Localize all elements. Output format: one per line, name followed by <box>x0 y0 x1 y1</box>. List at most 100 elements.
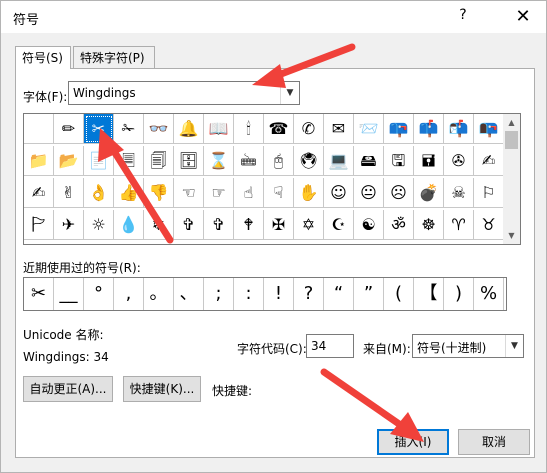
recent-symbols-label: 近期使用过的符号(R): <box>23 261 141 275</box>
symbol-cell[interactable]: 💻 <box>324 146 354 176</box>
symbol-cell[interactable]: 🖲 <box>294 146 324 176</box>
symbol-cell[interactable]: ✡ <box>294 210 324 240</box>
symbol-cell[interactable]: ✈ <box>54 210 84 240</box>
recent-symbol-cell[interactable]: ” <box>354 278 384 310</box>
chevron-down-icon[interactable]: ▼ <box>505 335 523 357</box>
symbol-cell[interactable]: 😐 <box>354 178 384 208</box>
symbol-cell[interactable]: 👎 <box>144 178 174 208</box>
symbol-cell[interactable]: 📫 <box>414 114 444 144</box>
symbol-cell[interactable]: ✍ <box>24 178 54 208</box>
symbol-cell[interactable]: 🗄 <box>174 146 204 176</box>
symbol-cell[interactable]: 📬 <box>444 114 474 144</box>
recent-symbol-cell[interactable]: 【 <box>414 278 444 310</box>
symbol-cell[interactable]: ☺ <box>324 178 354 208</box>
symbol-cell[interactable]: 📪 <box>384 114 414 144</box>
insert-button[interactable]: 插入(I) <box>377 429 449 455</box>
symbol-cell[interactable]: ☯ <box>354 210 384 240</box>
symbol-cell[interactable]: ☹ <box>384 178 414 208</box>
scroll-thumb[interactable] <box>505 131 518 149</box>
symbol-cell[interactable]: ☜ <box>174 178 204 208</box>
symbol-cell[interactable]: 🖫 <box>384 146 414 176</box>
symbol-cell-selected[interactable]: ✂ <box>84 114 114 144</box>
symbol-cell[interactable]: 👍 <box>114 178 144 208</box>
symbol-cell[interactable]: 📨 <box>354 114 384 144</box>
symbol-cell[interactable]: 🖬 <box>414 146 444 176</box>
help-button[interactable]: ? <box>453 7 473 27</box>
symbol-cell[interactable]: ✍ <box>474 146 504 176</box>
recent-symbol-cell[interactable]: , <box>114 278 144 310</box>
scroll-down-icon[interactable]: ▼ <box>503 227 520 244</box>
symbol-cell[interactable]: ✌ <box>54 178 84 208</box>
symbol-cell[interactable]: ☪ <box>324 210 354 240</box>
scroll-up-icon[interactable]: ▲ <box>503 114 520 131</box>
symbol-cell[interactable]: ☠ <box>444 178 474 208</box>
symbol-cell[interactable]: ✠ <box>264 210 294 240</box>
symbol-cell[interactable]: ✆ <box>294 114 324 144</box>
symbol-cell[interactable]: ✇ <box>444 146 474 176</box>
recent-symbol-cell[interactable]: : <box>234 278 264 310</box>
symbol-cell[interactable]: 📖 <box>204 114 234 144</box>
recent-symbol-cell[interactable]: __ <box>54 278 84 310</box>
symbol-cell[interactable]: ॐ <box>384 210 414 240</box>
symbol-cell[interactable]: ☸ <box>414 210 444 240</box>
symbol-cell[interactable] <box>24 114 54 144</box>
recent-symbol-cell[interactable]: ) <box>444 278 474 310</box>
symbol-cell[interactable]: 🏱 <box>24 210 54 240</box>
symbol-cell[interactable]: ✞ <box>204 210 234 240</box>
symbol-cell[interactable]: 🔔 <box>174 114 204 144</box>
title-bar: 符号 ? ✕ <box>1 1 546 33</box>
symbol-cell[interactable]: 👓 <box>144 114 174 144</box>
symbol-cell[interactable]: ⌛ <box>204 146 234 176</box>
symbol-cell[interactable]: 🖰 <box>264 146 294 176</box>
recent-symbol-cell[interactable]: ° <box>84 278 114 310</box>
symbol-cell[interactable]: ❄ <box>144 210 174 240</box>
recent-symbol-cell[interactable]: ✂ <box>24 278 54 310</box>
tab-symbols[interactable]: 符号(S) <box>15 46 71 69</box>
symbol-cell[interactable]: ✉ <box>324 114 354 144</box>
symbol-cell[interactable]: 💧 <box>114 210 144 240</box>
shortcut-key-button[interactable]: 快捷键(K)... <box>123 376 201 402</box>
tab-special-characters[interactable]: 特殊字符(P) <box>73 46 155 68</box>
symbol-cell[interactable]: 🗏 <box>114 146 144 176</box>
symbol-cell[interactable]: ♈ <box>444 210 474 240</box>
recent-symbol-cell[interactable]: ; <box>204 278 234 310</box>
recent-symbol-cell[interactable]: 、 <box>174 278 204 310</box>
chevron-down-icon[interactable]: ▼ <box>280 82 299 104</box>
symbol-cell[interactable]: 👌 <box>84 178 114 208</box>
symbol-cell[interactable]: 📂 <box>54 146 84 176</box>
char-code-label: 字符代码(C): <box>237 342 307 356</box>
symbol-cell[interactable]: 🗐 <box>144 146 174 176</box>
symbol-cell[interactable]: 📁 <box>24 146 54 176</box>
symbol-cell[interactable]: 🕯 <box>234 114 264 144</box>
symbol-cell[interactable]: ☎ <box>264 114 294 144</box>
grid-scrollbar[interactable]: ▲ ▼ <box>503 114 520 244</box>
symbol-cell[interactable]: 🖴 <box>354 146 384 176</box>
symbol-cell[interactable]: ✏ <box>54 114 84 144</box>
recent-symbol-cell[interactable]: % <box>474 278 504 310</box>
recent-symbol-cell[interactable]: ( <box>384 278 414 310</box>
symbol-cell[interactable]: 📭 <box>474 114 504 144</box>
recent-symbol-cell[interactable]: ? <box>294 278 324 310</box>
from-dropdown[interactable]: 符号(十进制) ▼ <box>412 334 524 358</box>
symbol-cell[interactable]: 📄 <box>84 146 114 176</box>
recent-symbol-cell[interactable]: ! <box>264 278 294 310</box>
close-button[interactable]: ✕ <box>506 3 540 31</box>
symbol-cell[interactable]: 🕈 <box>234 210 264 240</box>
char-code-input[interactable]: 34 <box>306 334 354 358</box>
symbol-cell[interactable]: ☼ <box>84 210 114 240</box>
symbol-cell[interactable]: 🖮 <box>234 146 264 176</box>
font-dropdown[interactable]: Wingdings ▼ <box>68 81 300 105</box>
symbol-cell[interactable]: ✁ <box>114 114 144 144</box>
symbol-cell[interactable]: ⚐ <box>474 178 504 208</box>
symbol-cell[interactable]: ✋ <box>294 178 324 208</box>
symbol-cell[interactable]: ♉ <box>474 210 504 240</box>
recent-symbol-cell[interactable]: “ <box>324 278 354 310</box>
symbol-cell[interactable]: 💣 <box>414 178 444 208</box>
autocorrect-button[interactable]: 自动更正(A)... <box>23 376 113 402</box>
symbol-cell[interactable]: ☝ <box>234 178 264 208</box>
recent-symbol-cell[interactable]: 。 <box>144 278 174 310</box>
cancel-button[interactable]: 取消 <box>458 429 530 455</box>
symbol-cell[interactable]: ✞ <box>174 210 204 240</box>
symbol-cell[interactable]: ☟ <box>264 178 294 208</box>
symbol-cell[interactable]: ☞ <box>204 178 234 208</box>
